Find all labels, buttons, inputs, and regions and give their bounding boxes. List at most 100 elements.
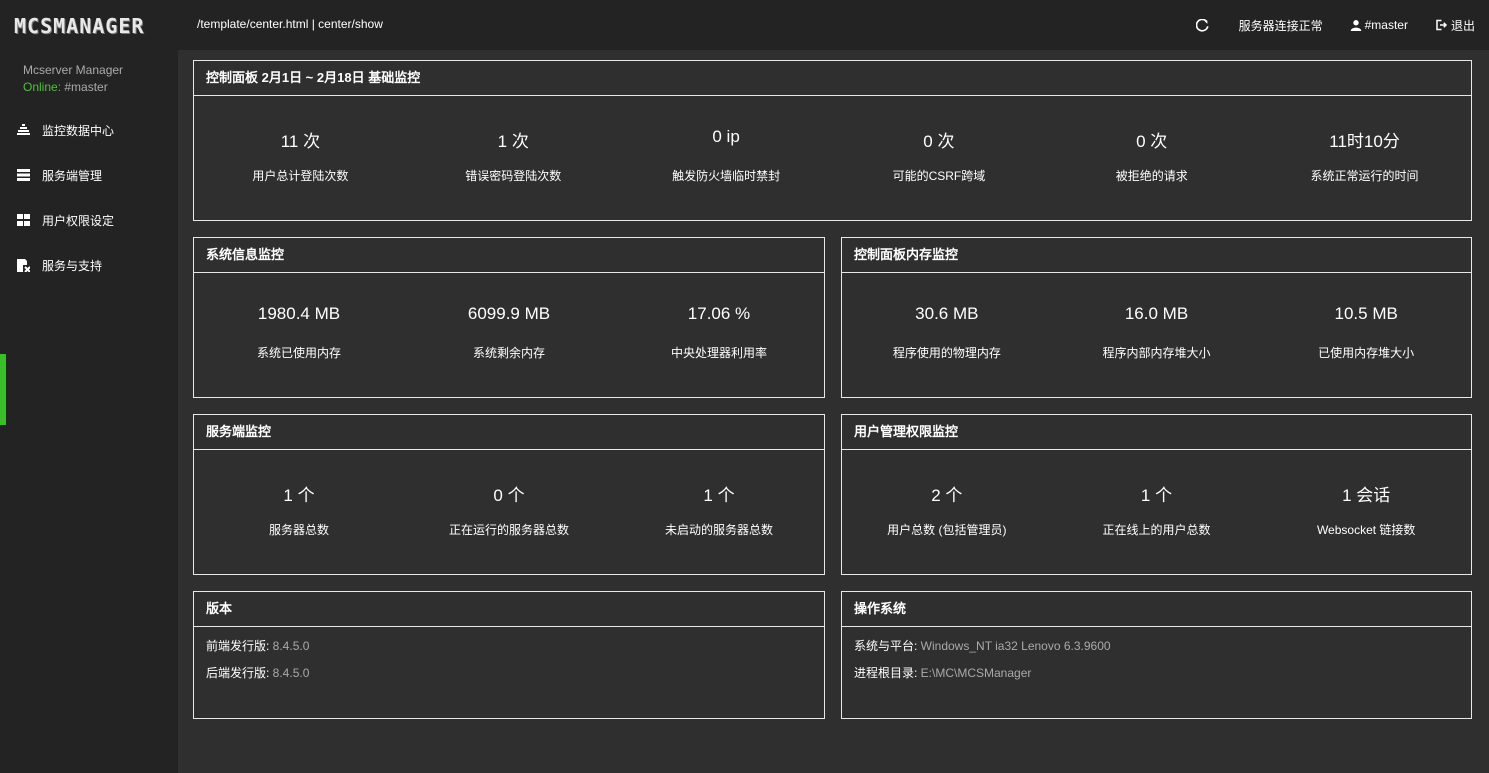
online-status: Online: #master bbox=[23, 80, 108, 94]
stat-value: 0 ip bbox=[712, 127, 740, 146]
memory-panel: 控制面板内存监控 30.6 MB 程序使用的物理内存 16.0 MB 程序内部内… bbox=[841, 237, 1472, 398]
system-stats: 1980.4 MB 系统已使用内存 6099.9 MB 系统剩余内存 17.06… bbox=[194, 274, 824, 397]
stat-value: 1 次 bbox=[497, 132, 529, 151]
server-icon bbox=[17, 169, 30, 181]
stat-label: 程序内部内存堆大小 bbox=[1102, 346, 1211, 360]
top-bar: MCSMANAGER /template/center.html | cente… bbox=[0, 0, 1489, 50]
panel-title: 用户管理权限监控 bbox=[842, 415, 1471, 450]
stat-label: 用户总数 (包括管理员) bbox=[887, 523, 1007, 537]
stat-heap-total: 16.0 MB 程序内部内存堆大小 bbox=[1052, 274, 1262, 397]
stat-uptime: 11时10分 系统正常运行的时间 bbox=[1258, 97, 1471, 220]
stat-value: 1 个 bbox=[703, 486, 735, 505]
info-row: 系统与平台: Windows_NT ia32 Lenovo 6.3.9600 bbox=[854, 637, 1459, 664]
stat-value: 6099.9 MB bbox=[467, 304, 551, 323]
sidebar-item-label: 服务端管理 bbox=[42, 168, 103, 183]
sidebar-item-label: 监控数据中心 bbox=[42, 123, 115, 138]
stat-value: 2 个 bbox=[931, 486, 963, 505]
stat-value: 0 次 bbox=[923, 132, 955, 151]
info-key: 系统与平台: bbox=[854, 639, 921, 653]
info-value: 8.4.5.0 bbox=[272, 666, 310, 680]
version-panel: 版本 前端发行版: 8.4.5.0 后端发行版: 8.4.5.0 bbox=[193, 591, 825, 719]
support-icon bbox=[17, 258, 30, 272]
info-row: 前端发行版: 8.4.5.0 bbox=[206, 637, 812, 664]
top-right-menu: 服务器连接正常 #master 退出 bbox=[1169, 16, 1475, 34]
stat-server-running: 0 个 正在运行的服务器总数 bbox=[404, 451, 614, 574]
bar-chart-icon bbox=[17, 124, 30, 135]
info-key: 进程根目录: bbox=[854, 666, 921, 680]
panel-title: 控制面板 2月1日 ~ 2月18日 基础监控 bbox=[194, 61, 1471, 96]
stat-label: 可能的CSRF跨域 bbox=[892, 169, 986, 183]
info-key: 前端发行版: bbox=[206, 639, 273, 653]
info-value: E:\MC\MCSManager bbox=[920, 666, 1032, 680]
breadcrumb: /template/center.html | center/show bbox=[197, 17, 383, 31]
sidebar-item-label: 服务与支持 bbox=[42, 258, 103, 273]
sidebar-item-monitor[interactable]: 监控数据中心 bbox=[17, 120, 114, 140]
logout-button[interactable]: 退出 bbox=[1435, 17, 1475, 34]
stat-firewall-ban: 0 ip 触发防火墙临时禁封 bbox=[620, 97, 833, 220]
user-menu[interactable]: #master bbox=[1350, 18, 1408, 32]
info-row: 后端发行版: 8.4.5.0 bbox=[206, 664, 812, 691]
info-value: 8.4.5.0 bbox=[272, 639, 310, 653]
logout-icon bbox=[1436, 19, 1448, 31]
os-panel: 操作系统 系统与平台: Windows_NT ia32 Lenovo 6.3.9… bbox=[841, 591, 1472, 719]
sidebar-item-servers[interactable]: 服务端管理 bbox=[17, 165, 102, 185]
online-label: Online: bbox=[23, 80, 62, 94]
stat-wrong-password: 1 次 错误密码登陆次数 bbox=[407, 97, 620, 220]
users-stats: 2 个 用户总数 (包括管理员) 1 个 正在线上的用户总数 1 会话 Webs… bbox=[842, 451, 1471, 574]
stat-cpu-usage: 17.06 % 中央处理器利用率 bbox=[614, 274, 824, 397]
stat-login-count: 11 次 用户总计登陆次数 bbox=[194, 97, 407, 220]
stat-value: 1980.4 MB bbox=[257, 304, 341, 323]
users-panel: 用户管理权限监控 2 个 用户总数 (包括管理员) 1 个 正在线上的用户总数 … bbox=[841, 414, 1472, 575]
stat-rejected: 0 次 被拒绝的请求 bbox=[1045, 97, 1258, 220]
sidebar-item-label: 用户权限设定 bbox=[42, 213, 115, 228]
stat-value: 11 次 bbox=[280, 132, 321, 151]
version-info: 前端发行版: 8.4.5.0 后端发行版: 8.4.5.0 bbox=[194, 627, 824, 701]
stat-value: 10.5 MB bbox=[1334, 304, 1398, 323]
stat-label: 未启动的服务器总数 bbox=[664, 523, 773, 537]
stat-value: 11时10分 bbox=[1329, 132, 1400, 151]
panel-title: 控制面板内存监控 bbox=[842, 238, 1471, 273]
stat-label: 系统剩余内存 bbox=[472, 346, 545, 360]
stat-label: 正在线上的用户总数 bbox=[1102, 523, 1211, 537]
stat-physical-memory: 30.6 MB 程序使用的物理内存 bbox=[842, 274, 1052, 397]
sidebar-scroll-handle[interactable] bbox=[0, 354, 6, 425]
stat-value: 30.6 MB bbox=[915, 304, 979, 323]
stat-label: 程序使用的物理内存 bbox=[892, 346, 1001, 360]
user-name: #master bbox=[1364, 18, 1408, 32]
stat-value: 0 个 bbox=[493, 486, 525, 505]
app-logo[interactable]: MCSMANAGER bbox=[14, 14, 144, 38]
sidebar-item-permissions[interactable]: 用户权限设定 bbox=[17, 210, 114, 230]
logout-label: 退出 bbox=[1450, 18, 1475, 33]
stat-value: 16.0 MB bbox=[1124, 304, 1189, 323]
stat-value: 1 个 bbox=[283, 486, 315, 505]
stat-label: 用户总计登陆次数 bbox=[252, 169, 349, 183]
stat-value: 17.06 % bbox=[687, 304, 751, 323]
refresh-button[interactable] bbox=[1195, 18, 1212, 32]
sidebar-item-support[interactable]: 服务与支持 bbox=[17, 255, 102, 275]
connection-status-text: 服务器连接正常 bbox=[1238, 18, 1323, 33]
stat-user-online: 1 个 正在线上的用户总数 bbox=[1052, 451, 1262, 574]
servers-stats: 1 个 服务器总数 0 个 正在运行的服务器总数 1 个 未启动的服务器总数 bbox=[194, 451, 824, 574]
stat-used-memory: 1980.4 MB 系统已使用内存 bbox=[194, 274, 404, 397]
panel-title: 系统信息监控 bbox=[194, 238, 824, 273]
online-user: #master bbox=[61, 80, 108, 94]
info-value: Windows_NT ia32 Lenovo 6.3.9600 bbox=[920, 639, 1111, 653]
panel-title: 版本 bbox=[194, 592, 824, 627]
connection-status: 服务器连接正常 bbox=[1239, 17, 1323, 34]
stat-label: 系统正常运行的时间 bbox=[1310, 169, 1419, 183]
servers-panel: 服务端监控 1 个 服务器总数 0 个 正在运行的服务器总数 1 个 未启动的服… bbox=[193, 414, 825, 575]
stat-user-total: 2 个 用户总数 (包括管理员) bbox=[842, 451, 1052, 574]
stat-free-memory: 6099.9 MB 系统剩余内存 bbox=[404, 274, 614, 397]
os-info: 系统与平台: Windows_NT ia32 Lenovo 6.3.9600 进… bbox=[842, 627, 1471, 701]
sidebar-subtitle: Mcserver Manager bbox=[23, 63, 124, 77]
panel-title: 服务端监控 bbox=[194, 415, 824, 450]
stat-label: 系统已使用内存 bbox=[256, 346, 341, 360]
stat-label: Websocket 链接数 bbox=[1316, 523, 1416, 537]
refresh-icon bbox=[1195, 18, 1209, 32]
stat-csrf: 0 次 可能的CSRF跨域 bbox=[832, 97, 1045, 220]
stat-value: 1 个 bbox=[1140, 486, 1173, 505]
stat-label: 中央处理器利用率 bbox=[670, 346, 767, 360]
system-panel: 系统信息监控 1980.4 MB 系统已使用内存 6099.9 MB 系统剩余内… bbox=[193, 237, 825, 398]
info-row: 进程根目录: E:\MC\MCSManager bbox=[854, 664, 1459, 691]
grid-icon bbox=[17, 214, 30, 226]
